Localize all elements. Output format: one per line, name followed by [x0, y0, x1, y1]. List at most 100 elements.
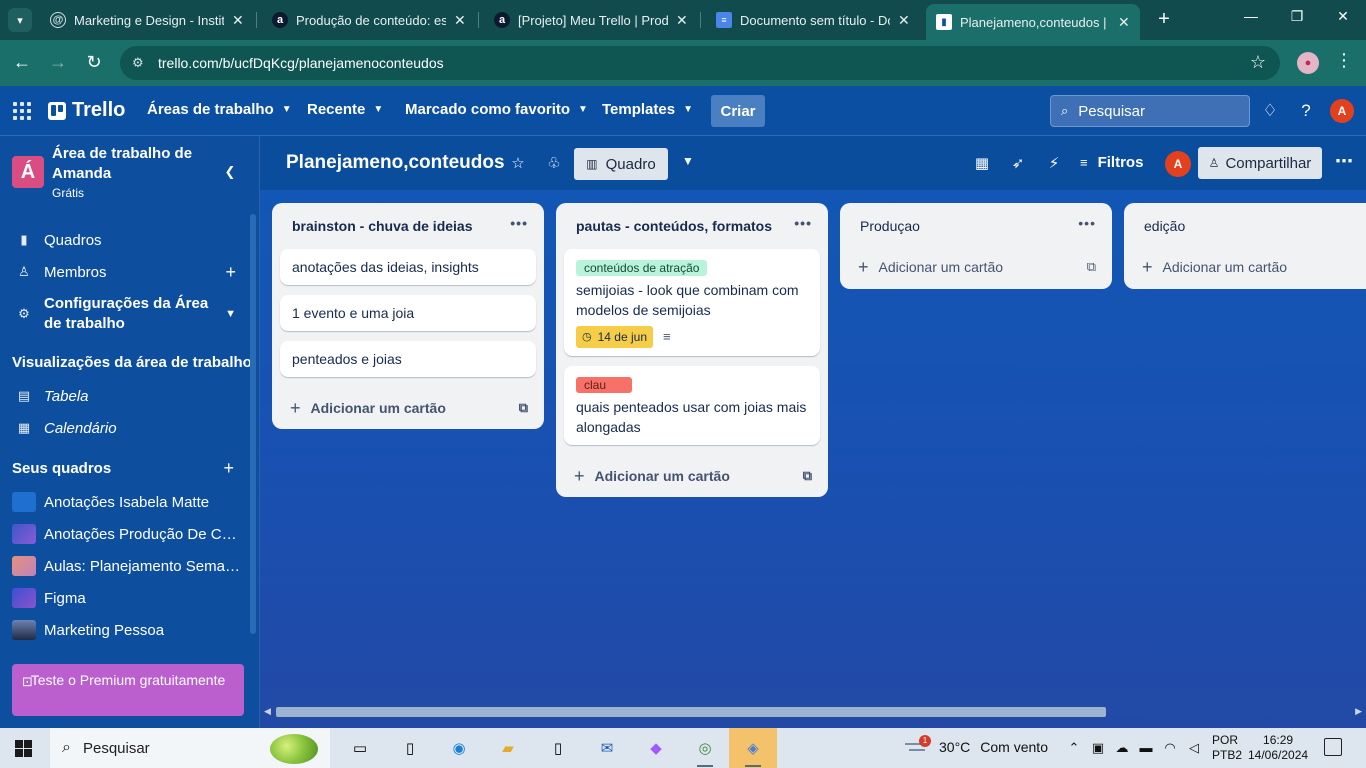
card[interactable]: conteúdos de atração semijoias - look qu… — [564, 249, 820, 356]
list-header[interactable]: Produçao ••• — [840, 203, 1112, 249]
sidebar-board-item[interactable]: Marketing Pessoa — [0, 614, 258, 646]
site-info-icon[interactable]: ⚙ — [132, 55, 150, 71]
close-window-icon[interactable]: ✕ — [1328, 8, 1358, 25]
new-tab-button[interactable]: + — [1152, 8, 1176, 32]
mail-icon[interactable]: ✉ — [595, 736, 619, 760]
notification-center-icon[interactable] — [1324, 738, 1342, 756]
list-actions-icon[interactable]: ••• — [510, 215, 528, 231]
sidebar-item-settings[interactable]: ⚙ Configurações da Área de trabalho ▼ — [0, 292, 258, 336]
wifi-icon[interactable]: ◠ — [1162, 740, 1178, 756]
add-card-button[interactable]: + Adicionar um cartão — [1124, 245, 1366, 289]
chrome-browser-icon[interactable]: ◎ — [693, 736, 717, 767]
account-avatar[interactable]: A — [1330, 99, 1354, 123]
calendar-power-up-icon[interactable]: ▦ — [972, 154, 992, 172]
add-card-button[interactable]: + Adicionar um cartão ⧉ — [272, 387, 544, 429]
trello-logo[interactable]: Trello — [48, 99, 125, 122]
taskbar-search-input[interactable]: ⌕ Pesquisar — [50, 728, 330, 768]
list-title[interactable]: brainston - chuva de ideias — [292, 218, 473, 234]
browser-tab-marketing[interactable]: @ Marketing e Design - Instituto ✕ — [40, 4, 254, 36]
nav-templates-dropdown[interactable]: Templates ▼ — [602, 101, 693, 118]
sidebar-board-item[interactable]: Anotações Produção De Conteúdo — [0, 518, 258, 550]
close-tab-icon[interactable]: ✕ — [232, 12, 244, 29]
close-tab-icon[interactable]: ✕ — [1118, 14, 1130, 31]
add-board-plus-icon[interactable]: + — [223, 458, 234, 479]
sidebar-board-item[interactable]: Aulas: Planejamento Semanal — [0, 550, 258, 582]
help-icon[interactable]: ? — [1296, 101, 1316, 121]
back-arrow-icon[interactable]: ← — [10, 52, 34, 73]
notepad-file-icon[interactable]: ▯ — [398, 736, 422, 760]
blank-file-icon[interactable]: ▯ — [546, 736, 570, 760]
scroll-left-arrow-icon[interactable]: ◀ — [264, 706, 271, 717]
board-title[interactable]: Planejameno,conteudos — [286, 152, 505, 174]
tab-search-button[interactable]: ▾ — [8, 8, 32, 32]
show-hidden-icons-chevron-icon[interactable]: ⌃ — [1066, 740, 1082, 756]
weather-widget[interactable]: 1 30°C Com vento — [905, 735, 1048, 755]
sidebar-board-item[interactable]: Figma — [0, 582, 258, 614]
task-view-icon[interactable]: ▭ — [348, 736, 372, 760]
speaker-volume-icon[interactable]: ◁ — [1186, 740, 1202, 756]
restore-window-icon[interactable]: ❐ — [1282, 8, 1312, 25]
sidebar-item-members[interactable]: ♙ Membros + — [0, 256, 258, 288]
input-language-indicator[interactable]: POR PTB2 — [1212, 733, 1242, 763]
card[interactable]: anotações das ideias, insights — [280, 249, 536, 285]
views-chevron-down-icon[interactable]: ▼ — [678, 154, 698, 168]
visibility-workspace-icon[interactable]: ♧ — [544, 154, 564, 172]
nav-recent-dropdown[interactable]: Recente ▼ — [307, 101, 383, 118]
add-card-button[interactable]: + Adicionar um cartão ⧉ — [840, 245, 1112, 289]
edge-browser-icon[interactable]: ◉ — [447, 736, 471, 760]
card-template-icon[interactable]: ⧉ — [519, 400, 528, 416]
reload-icon[interactable]: ↻ — [82, 52, 106, 73]
board-view-button[interactable]: ▥ Quadro — [574, 148, 668, 180]
chevron-down-icon[interactable]: ▼ — [225, 308, 236, 320]
due-date-badge[interactable]: ◷ 14 de jun — [576, 326, 653, 348]
list-actions-icon[interactable]: ••• — [1078, 215, 1096, 231]
meet-now-icon[interactable]: ▣ — [1090, 740, 1106, 756]
list-header[interactable]: brainston - chuva de ideias ••• — [272, 203, 544, 249]
list-title[interactable]: pautas - conteúdos, formatos — [576, 218, 772, 234]
list-header[interactable]: edição — [1124, 203, 1366, 249]
onedrive-cloud-icon[interactable]: ☁ — [1114, 740, 1130, 756]
sidebar-board-item[interactable]: Anotações Isabela Matte — [0, 486, 258, 518]
search-input[interactable]: ⌕ Pesquisar — [1050, 95, 1250, 127]
address-bar[interactable]: ⚙ trello.com/b/ucfDqKcg/planejamenoconte… — [120, 46, 1280, 80]
nav-starred-dropdown[interactable]: Marcado como favorito ▼ — [405, 101, 588, 118]
filters-button[interactable]: ≡ Filtros — [1080, 154, 1143, 171]
sidebar-item-calendar[interactable]: ▦ Calendário — [0, 412, 258, 444]
automation-bolt-icon[interactable]: ⚡ — [1044, 154, 1064, 172]
card[interactable]: clau quais penteados usar com joias mais… — [564, 366, 820, 445]
close-tab-icon[interactable]: ✕ — [454, 12, 466, 29]
board-member-avatar[interactable]: A — [1165, 151, 1191, 177]
browser-tab-documento[interactable]: ≡ Documento sem título - Documentos ✕ — [706, 4, 920, 36]
browser-tab-producao[interactable]: a Produção de conteúdo: estratégias ✕ — [262, 4, 476, 36]
browser-tab-trello-active[interactable]: ▮ Planejameno,conteudos | Trello ✕ — [926, 4, 1140, 40]
windows-start-icon[interactable] — [15, 740, 32, 757]
app-switcher-icon[interactable] — [13, 102, 31, 120]
profile-avatar-icon[interactable]: ● — [1297, 52, 1319, 74]
list-title[interactable]: edição — [1144, 218, 1185, 234]
system-clock[interactable]: 16:29 14/06/2024 — [1248, 733, 1308, 763]
forward-arrow-icon[interactable]: → — [46, 52, 70, 73]
list-title[interactable]: Produçao — [860, 218, 920, 234]
card[interactable]: 1 evento e uma joia — [280, 295, 536, 331]
card[interactable]: penteados e joias — [280, 341, 536, 377]
browser-tab-projeto[interactable]: a [Projeto] Meu Trello | Produção ✕ — [484, 4, 698, 36]
network-device-icon[interactable]: ▬ — [1138, 740, 1154, 755]
close-tab-icon[interactable]: ✕ — [898, 12, 910, 29]
browser-menu-icon[interactable]: ⋮ — [1334, 50, 1354, 71]
add-card-button[interactable]: + Adicionar um cartão ⧉ — [556, 455, 828, 497]
sidebar-item-table[interactable]: ▤ Tabela — [0, 380, 258, 412]
butler-rocket-icon[interactable]: ➶ — [1008, 154, 1028, 172]
share-button[interactable]: ♙ Compartilhar — [1198, 147, 1322, 179]
minimize-window-icon[interactable]: — — [1236, 8, 1266, 24]
star-board-icon[interactable]: ☆ — [508, 154, 528, 172]
scroll-right-arrow-icon[interactable]: ▶ — [1355, 706, 1362, 717]
list-actions-icon[interactable]: ••• — [794, 215, 812, 231]
list-header[interactable]: pautas - conteúdos, formatos ••• — [556, 203, 828, 249]
photos-app-icon[interactable]: ◈ — [741, 736, 765, 767]
bookmark-star-icon[interactable]: ☆ — [1250, 52, 1266, 73]
create-button[interactable]: Criar — [711, 95, 765, 127]
board-menu-more-icon[interactable]: ⋯ — [1332, 151, 1356, 172]
figma-icon[interactable]: ◆ — [644, 736, 668, 760]
file-explorer-icon[interactable]: ▰ — [496, 736, 520, 760]
nav-workspaces-dropdown[interactable]: Áreas de trabalho ▼ — [147, 101, 292, 118]
